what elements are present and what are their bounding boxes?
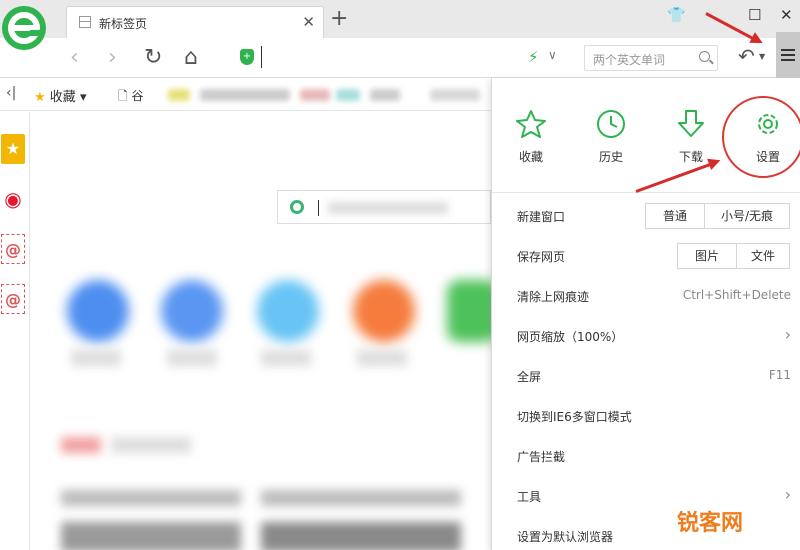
browser-logo [2,6,46,50]
download-icon [678,110,704,137]
tab-new-tab[interactable]: 新标签页 ✕ [66,6,324,38]
menu-item-label: 网页缩放（100%） [517,330,624,344]
main-menu-button[interactable] [776,32,800,78]
menu-item-label: 设置为默认浏览器 [517,530,614,544]
site-tile[interactable] [257,280,319,342]
bookmark-item[interactable] [200,89,290,101]
bookmarks-back-icon[interactable]: ‹| [6,85,16,101]
menu-favorites-button[interactable]: 收藏 [496,108,566,170]
watermark-logo: 锐客网 [677,511,744,536]
menu-item-zoom[interactable]: 网页缩放（100%） › [492,316,800,356]
menu-item-label: 新建窗口 [517,210,566,224]
page-content [31,112,497,550]
menu-history-button[interactable]: 历史 [576,108,646,170]
menu-item-clear-history[interactable]: 清除上网痕迹 Ctrl+Shift+Delete [492,276,800,316]
undo-dropdown-icon[interactable]: ▼ [759,52,765,61]
sidebar: ★ ◉ @ @ [0,112,30,550]
close-tab-icon[interactable]: ✕ [302,13,315,31]
menu-item-label: 切换到IE6多窗口模式 [517,410,632,424]
clock-icon [597,110,625,138]
page-icon [79,16,91,28]
save-as-image-button[interactable]: 图片 [677,243,737,269]
settings-highlight-ring [722,96,800,178]
menu-item-save-page: 保存网页 图片 文件 [492,236,800,276]
chevron-right-icon: › [784,325,791,344]
back-button[interactable]: ‹ [70,44,79,72]
bookmark-folder-label: 谷 [131,89,144,103]
page-search-box[interactable] [277,190,491,224]
security-shield-icon[interactable]: + [240,49,254,65]
address-input[interactable] [261,46,262,68]
chevron-down-icon: ▾ [79,90,87,105]
favorites-button[interactable]: ★ 收藏 ▾ [34,86,86,105]
menu-item-label: 保存网页 [517,250,566,264]
chevron-right-icon: › [784,485,791,504]
bookmark-item[interactable] [430,89,480,101]
skin-icon[interactable]: 👕 [667,6,686,24]
weibo-icon[interactable]: ◉ [1,184,25,214]
star-icon: ★ [34,90,46,105]
bookmark-item[interactable] [168,89,190,101]
search-input[interactable]: 两个英文单词 [584,45,718,71]
site-tile[interactable] [67,280,129,342]
menu-item-tools[interactable]: 工具 › [492,476,800,516]
site-tile[interactable] [447,280,497,342]
bookmark-item[interactable] [370,89,400,101]
undo-close-tab-button[interactable]: ↶ [738,44,755,68]
refresh-button[interactable]: ↻ [144,44,162,72]
menu-item-set-default[interactable]: 设置为默认浏览器 [492,516,800,550]
home-button[interactable]: ⌂ [184,44,198,72]
menu-item-label: 广告拦截 [517,450,566,464]
bookmark-folder[interactable]: 🗋 谷 [118,87,143,108]
tab-title: 新标签页 [99,17,148,31]
site-tile[interactable] [161,280,223,342]
site-tile[interactable] [353,280,415,342]
favorites-sidebar-icon[interactable]: ★ [1,134,25,164]
chevron-down-icon[interactable]: ∨ [548,48,557,62]
maximize-button[interactable]: ☐ [748,6,761,24]
search-icon[interactable] [699,51,710,62]
star-icon [516,110,546,138]
title-bar: 新标签页 ✕ + 👕 ☐ ✕ [0,0,800,38]
menu-item-fullscreen[interactable]: 全屏 F11 [492,356,800,396]
menu-item-shortcut: F11 [768,368,791,382]
close-window-button[interactable]: ✕ [780,6,793,24]
menu-item-shortcut: Ctrl+Shift+Delete [682,288,791,302]
menu-item-new-window: 新建窗口 普通 小号/无痕 [492,196,800,236]
forward-button[interactable]: › [108,44,117,72]
menu-item-label: 工具 [517,490,542,504]
menu-item-ie6-mode[interactable]: 切换到IE6多窗口模式 [492,396,800,436]
bookmark-item[interactable] [336,89,360,101]
mail-icon[interactable]: @ [1,284,25,314]
menu-item-ad-block[interactable]: 广告拦截 [492,436,800,476]
new-tab-button[interactable]: + [330,6,348,32]
main-menu-panel: 收藏 历史 下载 设置 新建窗口 普通 小号/无痕 保存网页 图片 文件 清除上… [491,78,800,550]
menu-history-label: 历史 [598,150,623,164]
mail-icon[interactable]: @ [1,234,25,264]
speed-mode-icon[interactable]: ⚡ [528,48,539,66]
favorites-label: 收藏 [49,90,76,105]
bookmark-item[interactable] [300,89,330,101]
new-incognito-window-button[interactable]: 小号/无痕 [704,203,790,229]
menu-favorites-label: 收藏 [518,150,543,164]
menu-item-label: 清除上网痕迹 [517,290,590,304]
menu-item-label: 全屏 [517,370,542,384]
save-as-file-button[interactable]: 文件 [736,243,790,269]
navigation-bar: ‹ › ↻ ⌂ + ⚡ ∨ 两个英文单词 ↶ ▼ [0,38,800,78]
search-placeholder: 两个英文单词 [593,53,666,67]
new-normal-window-button[interactable]: 普通 [645,203,705,229]
search-logo-icon [290,200,304,214]
divider [492,192,800,193]
